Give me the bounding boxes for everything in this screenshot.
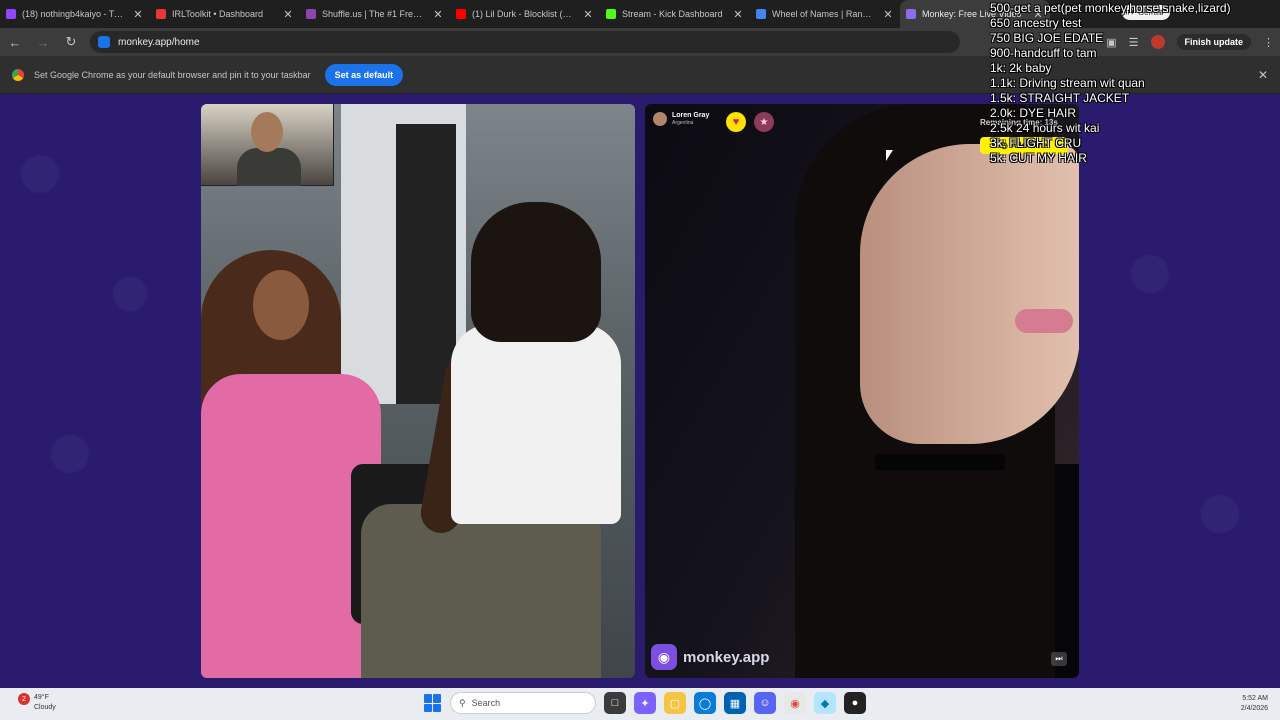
tab-favicon-icon bbox=[456, 9, 466, 19]
tab-title: Stream - Kick Dashboard bbox=[622, 9, 723, 19]
windows-start-icon[interactable] bbox=[424, 694, 442, 712]
store-icon[interactable]: ▦ bbox=[724, 692, 746, 714]
skip-icon[interactable]: ⏭ bbox=[1051, 652, 1067, 666]
tab-favicon-icon bbox=[756, 9, 766, 19]
scene-choker bbox=[875, 454, 1005, 470]
goal-line: 750 BIG JOE EDATE bbox=[990, 31, 1104, 45]
scene-person2-legs bbox=[361, 504, 601, 678]
tab-close-icon[interactable]: ✕ bbox=[582, 8, 594, 21]
goal-line: 1.1k: Driving stream wit quan bbox=[990, 76, 1145, 90]
scene-person2-shirt bbox=[451, 324, 621, 524]
scene-doorway bbox=[396, 124, 456, 404]
tab-title: IRLToolkit • Dashboard bbox=[172, 9, 264, 19]
weather-desc: Cloudy bbox=[34, 704, 56, 711]
address-bar[interactable]: monkey.app/home bbox=[90, 31, 960, 53]
tab-title: (18) nothingb4kaiyo - Twitch bbox=[22, 9, 126, 19]
tab-close-icon[interactable]: ✕ bbox=[432, 8, 444, 21]
goal-line: 1k: 2k baby bbox=[990, 61, 1052, 75]
scene-face bbox=[860, 144, 1079, 444]
windows-taskbar: 2 49°F Cloudy ⚲ Search □ ✦ ▢ ◯ ▦ ☺ ◉ ◆ ●… bbox=[0, 688, 1280, 720]
browser-tab[interactable]: Wheel of Names | Random n ✕ bbox=[750, 0, 900, 28]
local-video-panel bbox=[201, 104, 635, 678]
edge-icon[interactable]: ◯ bbox=[694, 692, 716, 714]
gift-icon[interactable]: ★ bbox=[754, 112, 774, 132]
scene-person-face bbox=[253, 270, 309, 340]
search-icon: ⚲ bbox=[459, 697, 466, 708]
taskbar-apps: ⚲ Search □ ✦ ▢ ◯ ▦ ☺ ◉ ◆ ● bbox=[424, 692, 866, 714]
obs-icon[interactable]: ● bbox=[844, 692, 866, 714]
file-explorer-icon[interactable]: ▢ bbox=[664, 692, 686, 714]
remote-user-name: Loren Gray bbox=[672, 112, 710, 119]
tab-favicon-icon bbox=[906, 9, 916, 19]
monkey-logo-icon: ◉ bbox=[651, 644, 677, 670]
goal-line: 2.5k 24 hours wit kai bbox=[990, 121, 1100, 135]
remote-video-panel: Loren Gray Argentina ♥ ★ ◉ monkey.app ⏭ bbox=[645, 104, 1079, 678]
avatar bbox=[653, 112, 667, 126]
set-as-default-button[interactable]: Set as default bbox=[324, 63, 404, 86]
tab-favicon-icon bbox=[156, 9, 166, 19]
brand-watermark: ◉ monkey.app bbox=[651, 644, 769, 670]
mouse-cursor bbox=[886, 150, 893, 161]
goal-line: 650 ancestry test bbox=[990, 16, 1082, 30]
taskbar-clock[interactable]: 5:52 AM 2/4/2026 bbox=[1241, 694, 1268, 714]
goal-line: 5k: CUT MY HAIR bbox=[990, 151, 1087, 165]
weather-widget[interactable]: 2 49°F Cloudy bbox=[18, 693, 56, 713]
chrome-icon bbox=[12, 68, 24, 81]
weather-badge: 2 bbox=[18, 693, 30, 705]
reload-icon[interactable]: ↻ bbox=[62, 33, 80, 51]
infobar-message: Set Google Chrome as your default browse… bbox=[34, 69, 311, 80]
clock-time: 5:52 AM bbox=[1242, 695, 1268, 702]
browser-tab[interactable]: Stream - Kick Dashboard ✕ bbox=[600, 0, 750, 28]
monkey-app-page: Loren Gray Argentina ♥ ★ ◉ monkey.app ⏭ bbox=[0, 94, 1280, 688]
goal-line: 2.0k: DYE HAIR bbox=[990, 106, 1077, 120]
tab-close-icon[interactable]: ✕ bbox=[732, 8, 744, 21]
tab-favicon-icon bbox=[6, 9, 16, 19]
chrome-taskbar-icon[interactable]: ◉ bbox=[784, 692, 806, 714]
browser-tab[interactable]: (1) Lil Durk - Blocklist (Officia ✕ bbox=[450, 0, 600, 28]
brand-name: monkey.app bbox=[683, 648, 770, 666]
weather-temp: 49°F bbox=[34, 694, 49, 701]
browser-tab[interactable]: (18) nothingb4kaiyo - Twitch ✕ bbox=[0, 0, 150, 28]
browser-tab[interactable]: Shuffle.us | The #1 Free to Pl ✕ bbox=[300, 0, 450, 28]
back-icon[interactable]: ← bbox=[6, 33, 24, 51]
taskbar-search[interactable]: ⚲ Search bbox=[450, 692, 596, 714]
tab-favicon-icon bbox=[306, 9, 316, 19]
goal-line: 900-handcuff to tam bbox=[990, 46, 1097, 60]
forward-icon[interactable]: → bbox=[34, 33, 52, 51]
tab-close-icon[interactable]: ✕ bbox=[882, 8, 894, 21]
heart-icon[interactable]: ♥ bbox=[726, 112, 746, 132]
copilot-icon[interactable]: ✦ bbox=[634, 692, 656, 714]
remote-user-tag[interactable]: Loren Gray Argentina bbox=[653, 112, 709, 126]
tab-close-icon[interactable]: ✕ bbox=[132, 8, 144, 21]
clock-date: 2/4/2026 bbox=[1240, 705, 1268, 712]
scene-lips bbox=[1015, 309, 1073, 333]
tab-title: (1) Lil Durk - Blocklist (Officia bbox=[472, 9, 576, 19]
goal-line: 1.5k: STRAIGHT JACKET bbox=[990, 91, 1130, 105]
app-icon[interactable]: ◆ bbox=[814, 692, 836, 714]
webcam-person-face bbox=[251, 112, 283, 152]
task-view-icon[interactable]: □ bbox=[604, 692, 626, 714]
stream-goals-overlay: 500-get a pet(pet monkey,horse,snake,liz… bbox=[990, 1, 1280, 166]
search-placeholder: Search bbox=[471, 698, 501, 708]
scene-person2-hair bbox=[471, 202, 601, 342]
goal-line: 500-get a pet(pet monkey,horse,snake,liz… bbox=[990, 1, 1231, 15]
tab-title: Shuffle.us | The #1 Free to Pl bbox=[322, 9, 426, 19]
address-url: monkey.app/home bbox=[118, 36, 200, 48]
tab-close-icon[interactable]: ✕ bbox=[282, 8, 294, 21]
background-pattern bbox=[0, 94, 1280, 688]
tab-title: Wheel of Names | Random n bbox=[772, 9, 876, 19]
discord-icon[interactable]: ☺ bbox=[754, 692, 776, 714]
remote-user-country: Argentina bbox=[672, 120, 694, 126]
tab-favicon-icon bbox=[606, 9, 616, 19]
webcam-overlay bbox=[201, 104, 334, 186]
webcam-person-body bbox=[237, 148, 301, 186]
browser-tab[interactable]: IRLToolkit • Dashboard ✕ bbox=[150, 0, 300, 28]
goal-line: 3k: FLIGHT CRU bbox=[990, 136, 1082, 150]
site-info-icon[interactable] bbox=[98, 36, 110, 48]
